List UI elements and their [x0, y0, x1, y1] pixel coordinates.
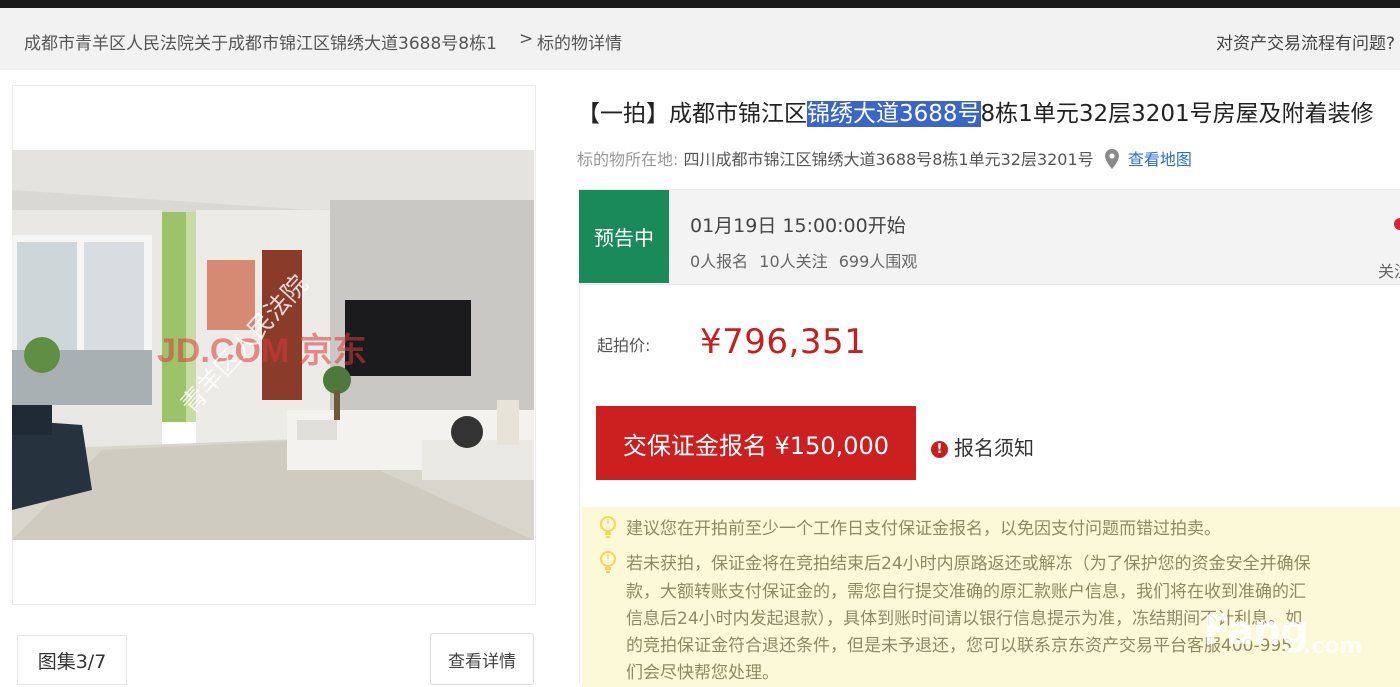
lightbulb-icon — [598, 514, 618, 544]
status-badge: 预告中 — [579, 190, 669, 283]
location-label: 标的物所在地: — [577, 150, 679, 169]
gallery-counter: 图集3/7 — [17, 635, 127, 685]
site-watermark-domain: .com — [1303, 634, 1363, 659]
view-details-button[interactable]: 查看详情 — [430, 633, 534, 685]
signup-count: 0人报名 — [690, 252, 749, 271]
start-time: 01月19日 15:00:00开始 — [690, 215, 906, 237]
auction-stats: 0人报名 10人关注 699人围观 — [690, 248, 923, 272]
lightbulb-icon — [598, 549, 618, 579]
breadcrumb-item-court[interactable]: 成都市青羊区人民法院关于成都市锦江区锦绣大道3688号8栋1 — [24, 29, 497, 54]
breadcrumb-separator: > — [519, 29, 534, 49]
top-border — [0, 0, 1400, 8]
location-value: 四川成都市锦江区锦绣大道3688号8栋1单元32层3201号 — [683, 150, 1094, 169]
breadcrumb: 成都市青羊区人民法院关于成都市锦江区锦绣大道3688号8栋1 > 标的物详情 对… — [0, 8, 1400, 70]
registration-notice-link[interactable]: ! 报名须知 — [931, 432, 1034, 461]
help-link[interactable]: 对资产交易流程有问题? — [1216, 29, 1395, 54]
tip-refund-line-2: 款，大额转账支付保证金的，需您自行提交准确的原汇款账户信息，我们将在收到准确的汇 — [626, 582, 1306, 602]
pay-deposit-button[interactable]: 交保证金报名 ¥150,000 — [596, 406, 916, 480]
tip-refund-line-3: 信息后24小时内发起退款），具体到账时间请以银行信息提示为准，冻结期间不计利息。… — [626, 609, 1303, 629]
alert-icon: ! — [931, 441, 948, 458]
starting-price: ¥796,351 — [700, 322, 867, 362]
follower-count: 10人关注 — [759, 252, 828, 271]
starting-price-label: 起拍价: — [597, 336, 651, 355]
tip-refund-line-4: 的竞拍保证金符合退还条件，但是未予退还，您可以联系京东资产交易平台客服400-9… — [626, 636, 1293, 656]
view-map-link[interactable]: 查看地图 — [1128, 150, 1192, 169]
title-prefix: 【一拍】成都市锦江区 — [577, 101, 807, 127]
title-highlight: 锦绣大道3688号 — [807, 101, 981, 127]
site-watermark: Fang — [1203, 608, 1309, 654]
breadcrumb-item-current: 标的物详情 — [537, 34, 622, 54]
property-photo[interactable]: JD.COM 京东 青羊区人民法院 — [12, 150, 534, 540]
title-suffix: 8栋1单元32层3201号房屋及附着装修 — [980, 101, 1374, 127]
location-line: 标的物所在地: 四川成都市锦江区锦绣大道3688号8栋1单元32层3201号 查… — [577, 146, 1192, 173]
page-title: 【一拍】成都市锦江区锦绣大道3688号8栋1单元32层3201号房屋及附着装修 — [577, 94, 1374, 128]
panel-border — [579, 283, 580, 683]
view-count: 699人围观 — [838, 252, 918, 271]
map-pin-icon — [1104, 148, 1119, 173]
follow-button[interactable]: 关注 — [1378, 258, 1400, 282]
registration-notice-label: 报名须知 — [954, 436, 1034, 460]
tip-early-payment: 建议您在开拍前至少一个工作日支付保证金报名，以免因支付问题而错过拍卖。 — [626, 519, 1221, 539]
follow-icon[interactable] — [1394, 218, 1400, 230]
tip-refund-line-1: 若未获拍，保证金将在竞拍结束后24小时内原路返还或解冻（为了保护您的资金安全并确… — [626, 554, 1311, 574]
